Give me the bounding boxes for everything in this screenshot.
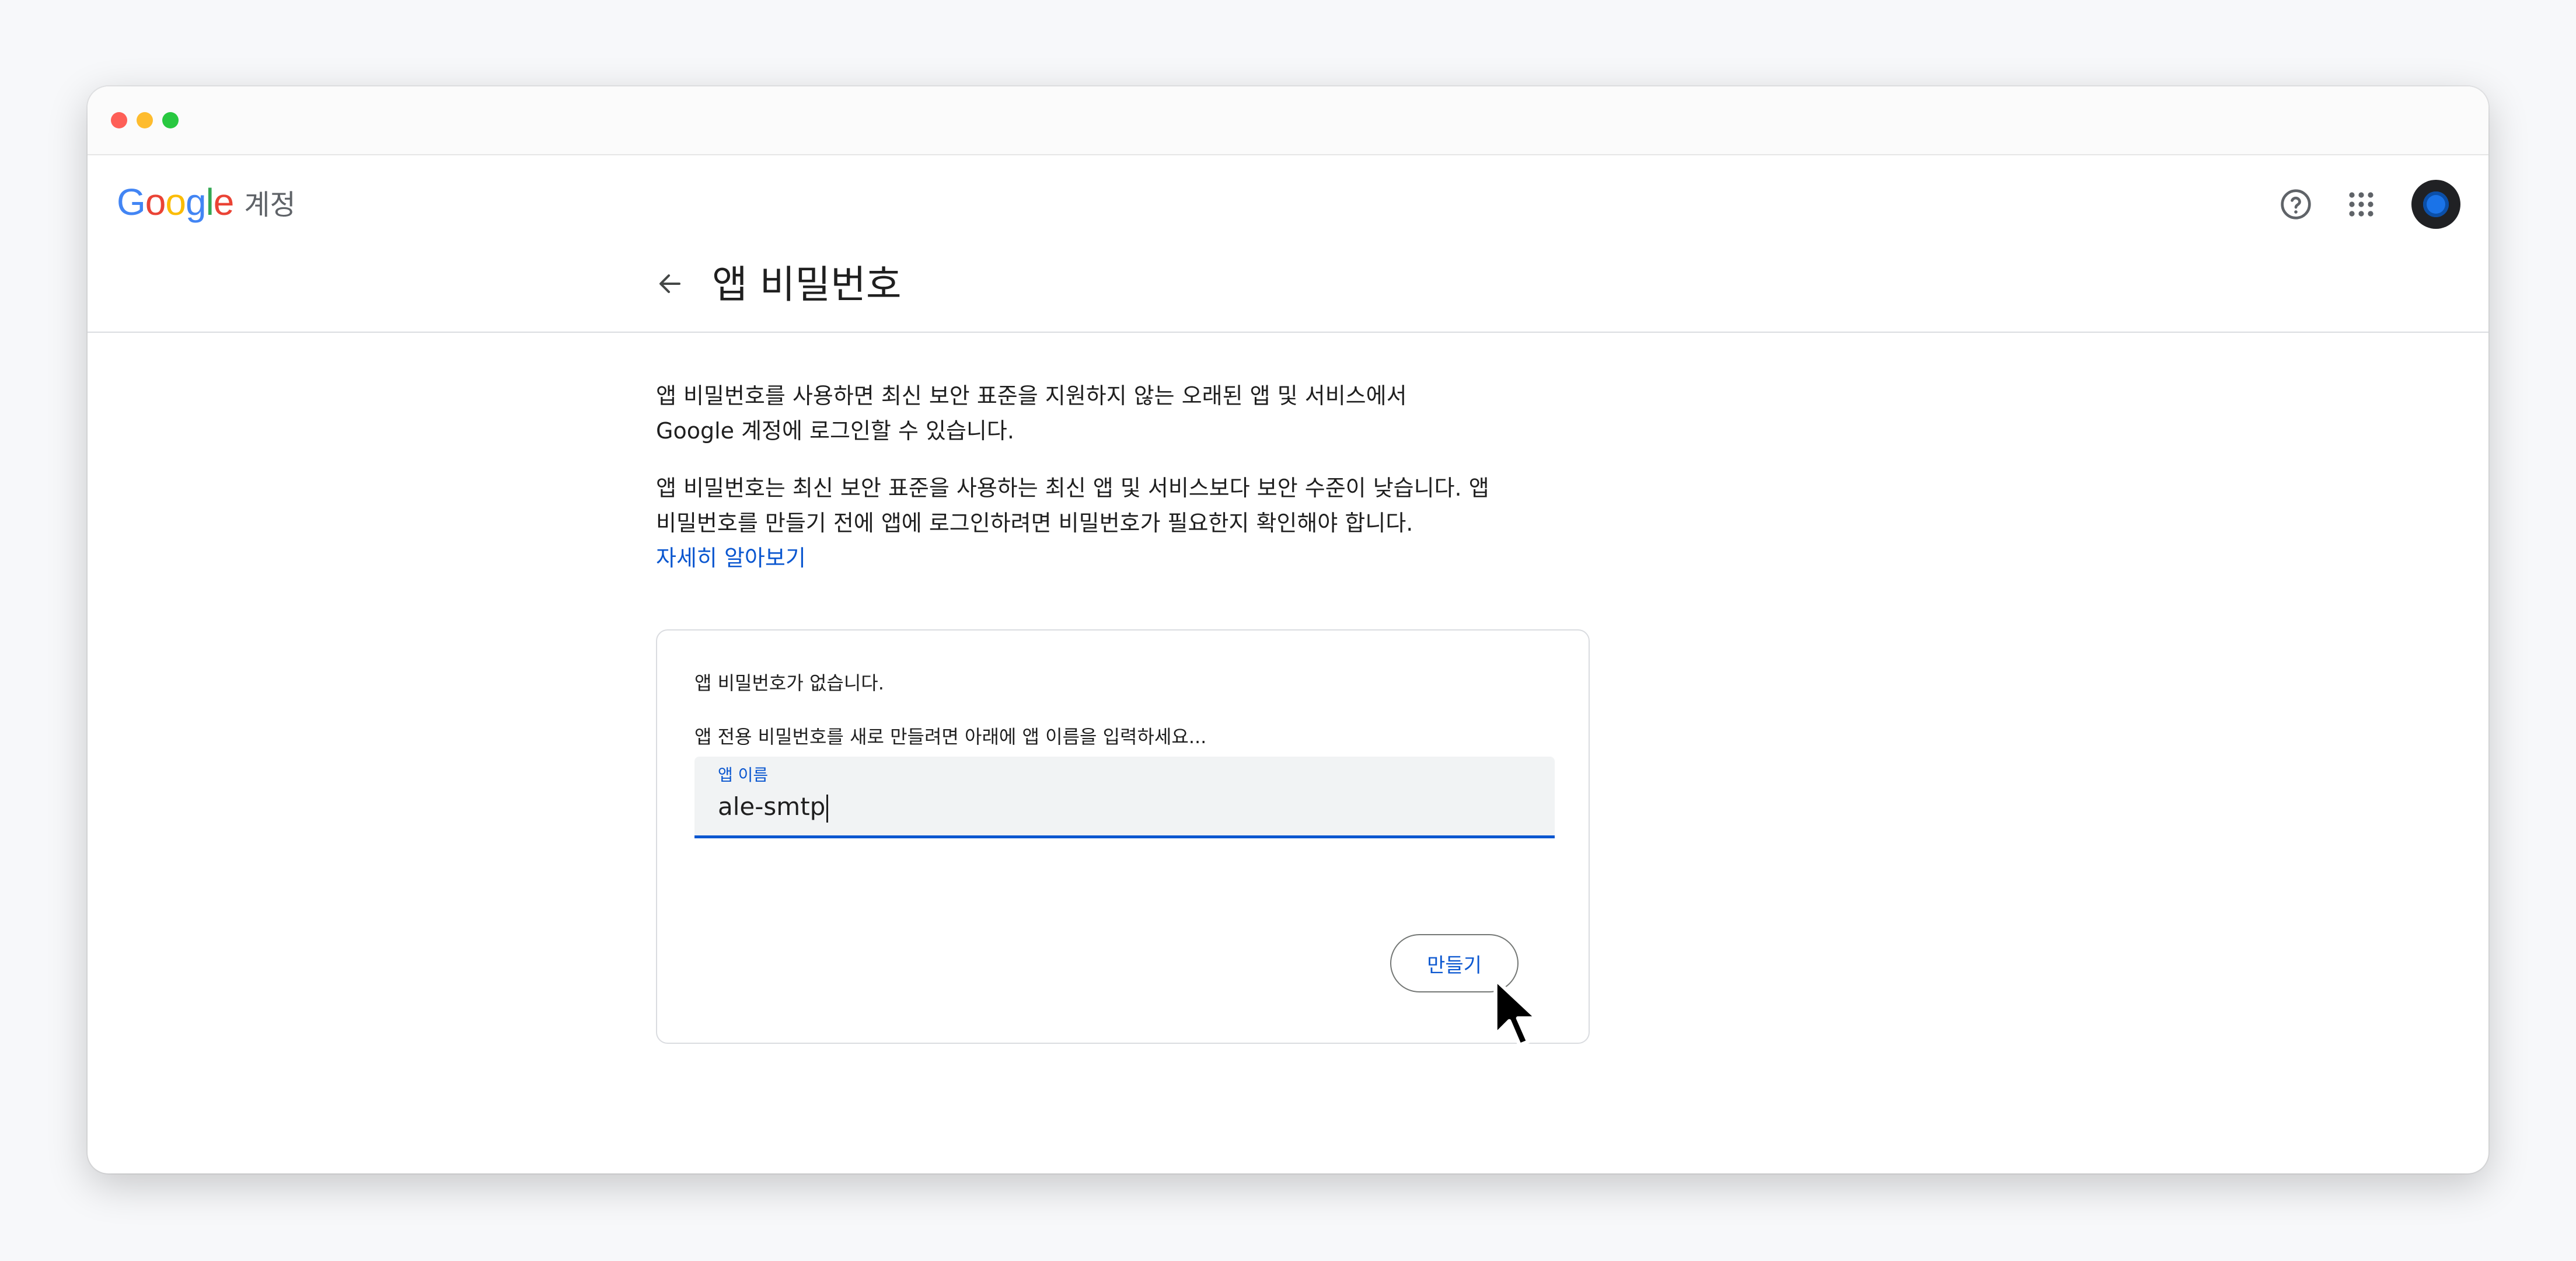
- app-name-value: ale-smtp: [718, 790, 829, 823]
- app-name-text: ale-smtp: [718, 792, 826, 821]
- description-paragraph-1: 앱 비밀번호를 사용하면 최신 보안 표준을 지원하지 않는 오래된 앱 및 서…: [656, 383, 1407, 444]
- page-title: 앱 비밀번호: [712, 262, 902, 307]
- description-section: 앱 비밀번호를 사용하면 최신 보안 표준을 지원하지 않는 오래된 앱 및 서…: [656, 378, 1601, 576]
- mouse-pointer-icon: [1493, 977, 1539, 1047]
- learn-more-link[interactable]: 자세히 알아보기: [656, 541, 1601, 576]
- app-header: Google 계정: [88, 155, 2488, 253]
- minimize-window-button[interactable]: [137, 112, 153, 128]
- no-passwords-text: 앱 비밀번호가 없습니다.: [694, 672, 884, 694]
- arrow-left-icon[interactable]: [651, 265, 689, 302]
- app-password-card: 앱 비밀번호가 없습니다. 앱 전용 비밀번호를 새로 만들려면 아래에 앱 이…: [656, 629, 1590, 1044]
- google-logo-wordmark: Google: [117, 181, 234, 223]
- page-header: 앱 비밀번호: [88, 253, 2488, 333]
- account-avatar[interactable]: [2411, 180, 2460, 229]
- zoom-window-button[interactable]: [162, 112, 179, 128]
- window-titlebar: [88, 86, 2488, 155]
- instruction-text: 앱 전용 비밀번호를 새로 만들려면 아래에 앱 이름을 입력하세요...: [694, 726, 1207, 748]
- browser-window: Google 계정 앱 비밀번호 앱 비밀번호를 사용하면 최신 보안 표준을 …: [88, 86, 2488, 1173]
- apps-grid-icon[interactable]: [2343, 186, 2380, 223]
- avatar-image: [2423, 191, 2449, 217]
- description-paragraph-2: 앱 비밀번호는 최신 보안 표준을 사용하는 최신 앱 및 서비스보다 보안 수…: [656, 475, 1489, 536]
- app-name-input[interactable]: 앱 이름 ale-smtp: [694, 757, 1555, 838]
- text-caret: [826, 794, 829, 823]
- google-account-logo[interactable]: Google 계정: [117, 179, 296, 225]
- logo-suffix: 계정: [244, 189, 296, 221]
- help-icon[interactable]: [2277, 186, 2315, 223]
- app-name-label: 앱 이름: [718, 765, 769, 785]
- close-window-button[interactable]: [111, 112, 127, 128]
